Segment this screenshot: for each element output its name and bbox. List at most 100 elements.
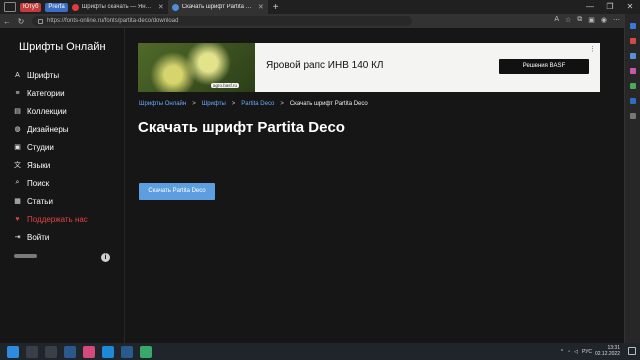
steam-icon[interactable] xyxy=(64,345,76,358)
tools-icon[interactable] xyxy=(629,53,636,59)
office-icon[interactable] xyxy=(629,83,636,89)
menu-item-designers[interactable]: ◍ Дизайнеры xyxy=(13,120,88,138)
translate-icon: 文 xyxy=(14,162,21,169)
tab-fonts-online[interactable]: Скачать шрифт Partita Deco | Шр ✕ xyxy=(167,0,268,14)
screen: Ютуб Prerfa Шрифты скачать — Яндекс: наш… xyxy=(0,0,640,360)
font-icon: A xyxy=(15,71,20,79)
windows-start-icon[interactable] xyxy=(7,345,19,358)
ad-cta-button[interactable]: Решения BASF xyxy=(499,59,589,74)
app-icon[interactable] xyxy=(83,345,95,358)
search-icon: ⌕ xyxy=(15,179,20,186)
breadcrumb-fonts[interactable]: Шрифты xyxy=(202,101,226,107)
address-tools: A ☆ ⧉ ▣ ◉ ⋯ xyxy=(554,16,620,24)
tab-title: Шрифты скачать — Яндекс: нашл xyxy=(81,4,155,10)
refresh-icon[interactable]: ↻ xyxy=(14,17,28,26)
site-favicon-icon xyxy=(171,3,179,11)
window-controls: — ❐ ✕ xyxy=(580,0,640,14)
edge-icon[interactable] xyxy=(102,345,114,358)
heart-icon: ♥ xyxy=(15,215,20,223)
task-view-icon[interactable] xyxy=(45,345,57,358)
volume-icon[interactable]: ◁ xyxy=(574,349,578,355)
app-icon[interactable] xyxy=(140,345,152,358)
network-icon[interactable]: ◔ xyxy=(567,349,570,355)
extensions-icon[interactable]: ⧉ xyxy=(577,16,582,24)
menu-item-articles[interactable]: ▦ Статьи xyxy=(13,192,88,210)
read-aloud-icon[interactable]: A xyxy=(554,16,559,24)
menu-label: Языки xyxy=(27,160,51,170)
yandex-icon xyxy=(71,3,79,11)
minimize-button[interactable]: — xyxy=(580,0,600,14)
menu-label: Войти xyxy=(27,232,50,242)
download-button[interactable]: Скачать Partita Deco xyxy=(139,183,215,200)
breadcrumb-separator: > xyxy=(192,101,196,107)
menu-item-fonts[interactable]: A Шрифты xyxy=(13,66,88,84)
breadcrumb-separator: > xyxy=(280,101,284,107)
collections-icon: ▤ xyxy=(14,108,21,115)
address-bar: ← ↻ https://fonts-online.ru/fonts/partit… xyxy=(0,14,624,28)
notifications-icon[interactable] xyxy=(628,347,636,355)
back-arrow-icon[interactable]: ← xyxy=(0,17,14,26)
maximize-button[interactable]: ❐ xyxy=(600,0,620,14)
site-menu: A Шрифты ≡ Категории ▤ Коллекции ◍ Дизайнеры… xyxy=(13,66,88,246)
breadcrumb-separator: > xyxy=(231,101,236,107)
search-icon[interactable] xyxy=(629,23,636,29)
url-text: https://fonts-online.ru/fonts/partita-de… xyxy=(47,18,179,24)
close-tab-icon[interactable]: ✕ xyxy=(258,3,264,11)
menu-label: Шрифты xyxy=(27,70,60,80)
menu-item-search[interactable]: ⌕ Поиск xyxy=(13,174,88,192)
lock-icon xyxy=(38,18,43,24)
add-icon[interactable] xyxy=(629,113,636,119)
games-icon[interactable] xyxy=(629,68,636,74)
menu-label: Статьи xyxy=(27,196,53,206)
tab-yandex-search[interactable]: Шрифты скачать — Яндекс: нашл ✕ xyxy=(68,0,168,14)
menu-item-support[interactable]: ♥ Поддержать нас xyxy=(13,210,87,228)
site-logo[interactable]: Шрифты Онлайн xyxy=(19,41,106,53)
menu-item-categories[interactable]: ≡ Категории xyxy=(13,84,88,102)
page-title: Скачать шрифт Partita Deco xyxy=(138,119,345,136)
web-page: Шрифты Онлайн A Шрифты ≡ Категории ▤ Коллек… xyxy=(0,28,624,343)
breadcrumb: Шрифты Онлайн > Шрифты > Partita Deco > … xyxy=(139,101,368,107)
ad-banner[interactable]: agro.basf.ru Яровой рапс ИНВ 140 КЛ Реше… xyxy=(138,43,600,92)
taskbar: ^ ◔ ◁ РУС 13:31 02.12.2022 xyxy=(0,343,640,360)
shopping-icon[interactable] xyxy=(629,38,636,44)
menu-label: Поиск xyxy=(27,178,50,188)
menu-item-collections[interactable]: ▤ Коллекции xyxy=(13,102,88,120)
more-menu-icon[interactable]: ⋯ xyxy=(613,16,620,24)
url-field[interactable]: https://fonts-online.ru/fonts/partita-de… xyxy=(32,16,412,26)
menu-item-login[interactable]: ⇥ Войти xyxy=(13,228,88,246)
steam-icon[interactable] xyxy=(121,345,133,358)
clock-date: 02.12.2022 xyxy=(594,351,620,357)
browser-side-panel xyxy=(624,14,640,343)
ad-menu-icon[interactable]: ⋮ xyxy=(589,45,596,53)
profile-icon[interactable]: ◉ xyxy=(601,16,607,24)
menu-label: Дизайнеры xyxy=(27,124,69,134)
menu-label: Студии xyxy=(27,142,54,152)
close-tab-icon[interactable]: ✕ xyxy=(158,3,164,11)
list-icon: ≡ xyxy=(15,89,20,97)
language-indicator[interactable]: РУС xyxy=(582,349,592,355)
clock[interactable]: 13:31 02.12.2022 xyxy=(595,345,620,357)
menu-label: Коллекции xyxy=(27,106,67,116)
outlook-icon[interactable] xyxy=(629,98,636,104)
user-icon: ◍ xyxy=(14,126,21,133)
theme-toggle-slider[interactable] xyxy=(14,254,37,258)
info-icon[interactable]: i xyxy=(101,253,110,262)
ad-headline: Яровой рапс ИНВ 140 КЛ xyxy=(266,60,384,71)
menu-item-studios[interactable]: ▣ Студии xyxy=(13,138,88,156)
pinned-tab-prerfa[interactable]: Prerfa xyxy=(45,2,68,12)
tray-chevron-icon[interactable]: ^ xyxy=(561,349,563,355)
favorite-star-icon[interactable]: ☆ xyxy=(565,16,571,24)
close-window-button[interactable]: ✕ xyxy=(620,0,640,14)
breadcrumb-home[interactable]: Шрифты Онлайн xyxy=(139,101,186,107)
menu-label: Категории xyxy=(27,88,65,98)
browser-tab-bar: Ютуб Prerfa Шрифты скачать — Яндекс: наш… xyxy=(0,0,640,14)
ad-domain: agro.basf.ru xyxy=(211,83,240,88)
briefcase-icon: ▣ xyxy=(14,144,21,151)
breadcrumb-font[interactable]: Partita Deco xyxy=(241,101,274,107)
menu-item-languages[interactable]: 文 Языки xyxy=(13,156,88,174)
search-icon[interactable] xyxy=(26,345,38,358)
tab-actions-icon[interactable] xyxy=(4,2,16,12)
new-tab-button[interactable]: + xyxy=(273,2,279,13)
collections-icon[interactable]: ▣ xyxy=(588,16,595,24)
pinned-tab-youtube[interactable]: Ютуб xyxy=(20,2,42,12)
